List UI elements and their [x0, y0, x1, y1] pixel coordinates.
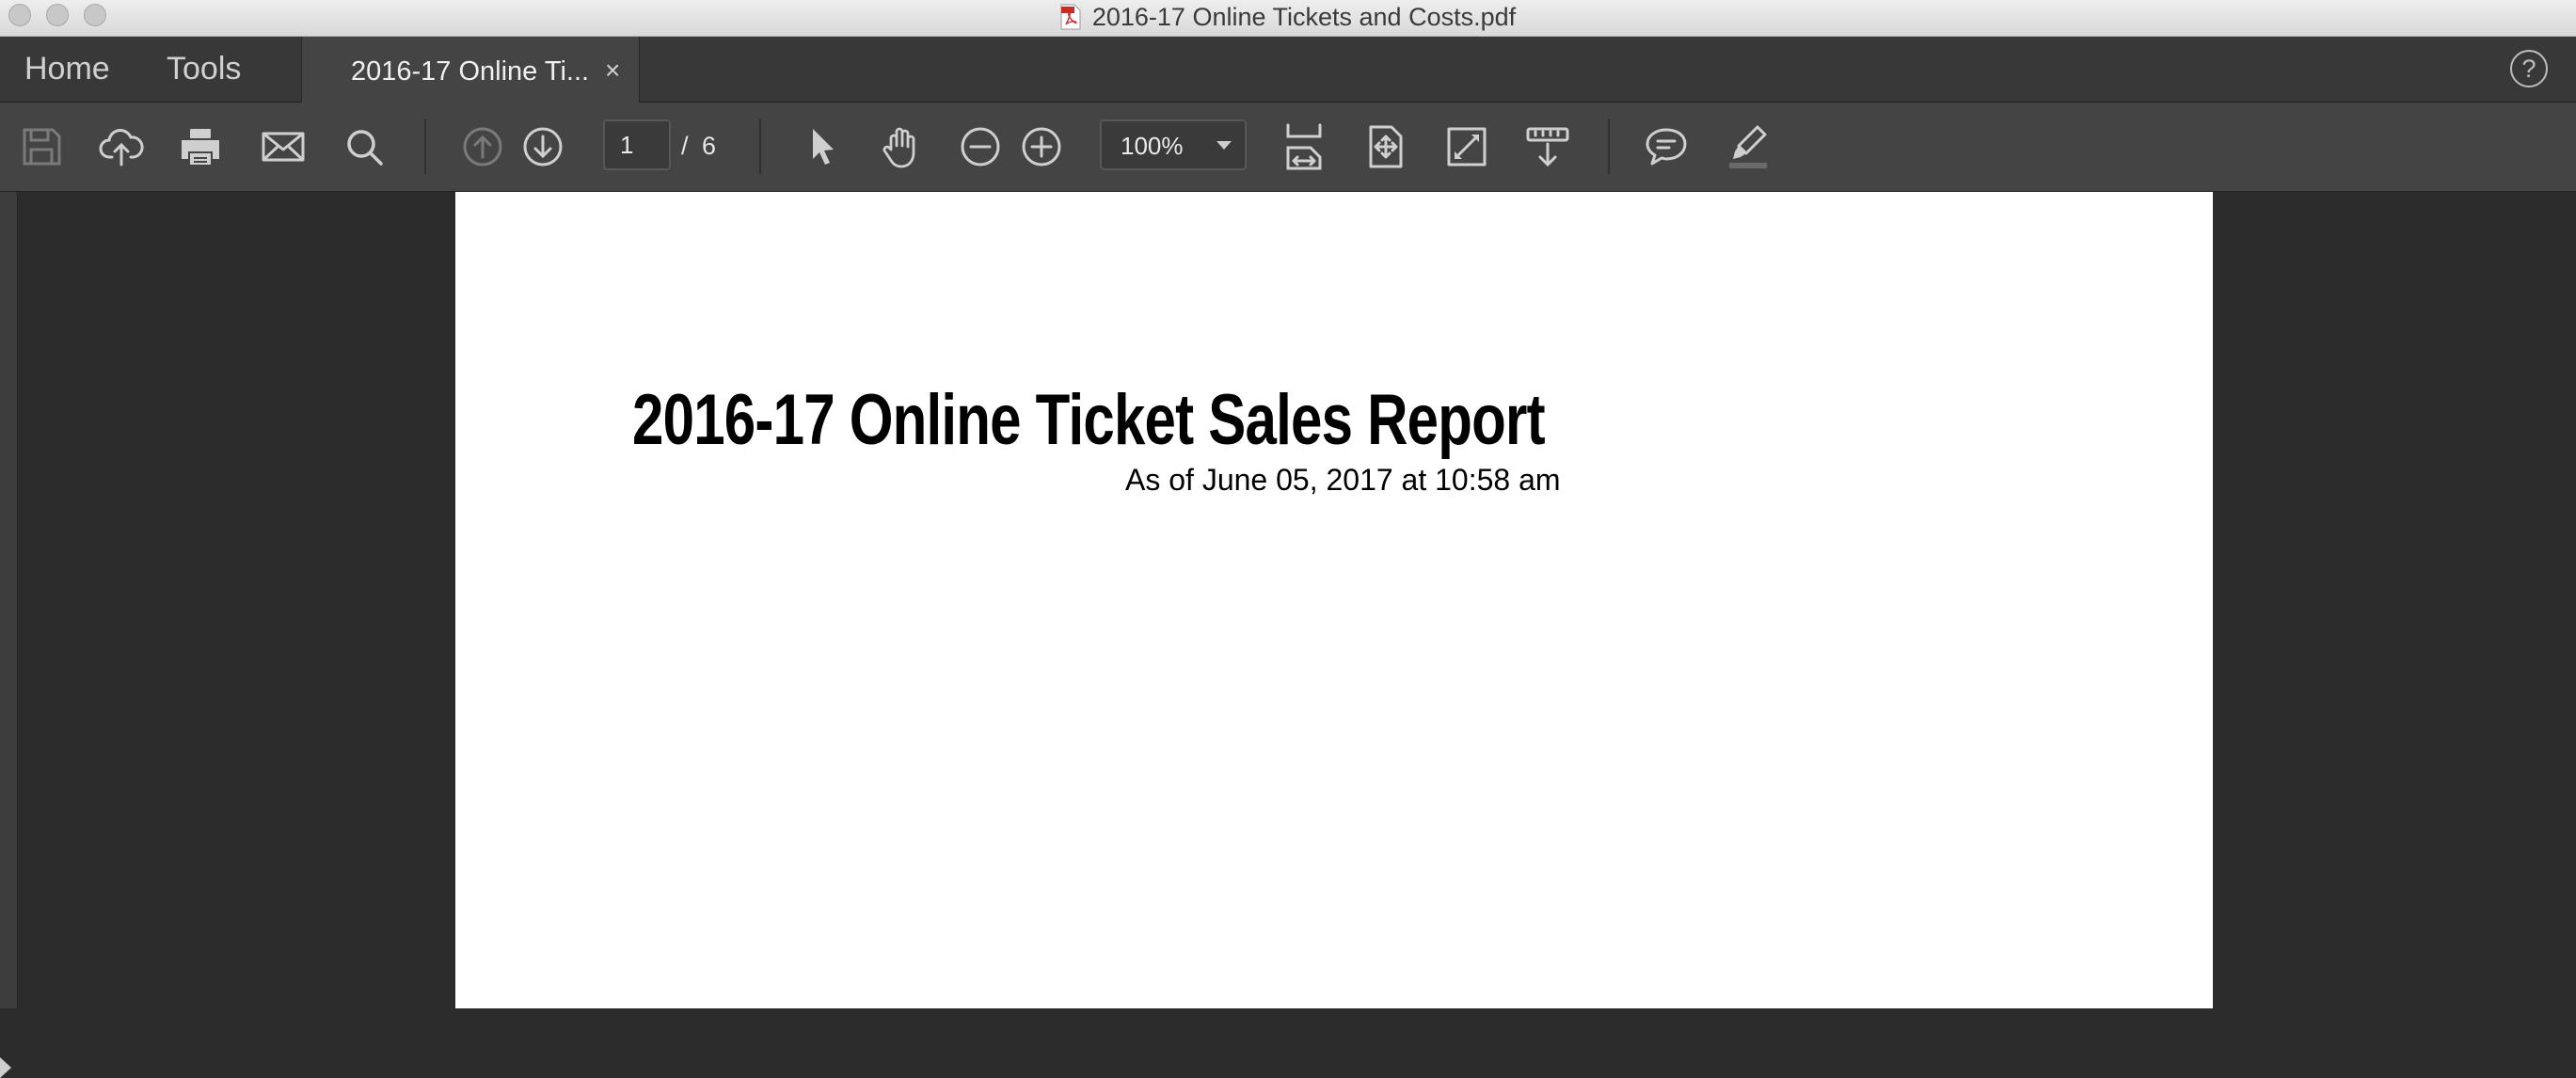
full-screen-icon[interactable]	[1443, 121, 1490, 172]
toolbar-separator	[1608, 119, 1610, 174]
document-title: 2016-17 Online Ticket Sales Report	[632, 380, 1546, 460]
page-total: 6	[702, 132, 717, 160]
navigation-pane-strip[interactable]	[0, 192, 18, 1078]
save-icon[interactable]	[18, 121, 65, 172]
comment-icon[interactable]	[1643, 121, 1690, 172]
tab-home[interactable]: Home	[24, 37, 110, 102]
scroll-mode-icon[interactable]	[1524, 121, 1571, 172]
pdf-page: 2016-17 Online Ticket Sales Report As of…	[455, 192, 2213, 1008]
email-icon[interactable]	[260, 121, 307, 172]
toolbar-separator	[424, 119, 426, 174]
window-title: 2016-17 Online Tickets and Costs.pdf	[0, 0, 2576, 34]
window-title-text: 2016-17 Online Tickets and Costs.pdf	[1091, 3, 1517, 31]
zoom-select[interactable]: 100%	[1100, 119, 1247, 170]
toolbar-separator	[759, 119, 761, 174]
page-separator: /	[681, 132, 689, 160]
tab-document-label: 2016-17 Online Ti...	[351, 56, 590, 87]
next-page-icon[interactable]	[519, 121, 566, 172]
expand-panel-icon[interactable]	[0, 1057, 11, 1078]
fit-width-icon[interactable]	[1280, 121, 1328, 172]
tab-document[interactable]: 2016-17 Online Ti... ×	[301, 37, 640, 103]
prev-page-icon[interactable]	[459, 121, 506, 172]
help-icon[interactable]: ?	[2510, 50, 2548, 87]
zoom-out-icon[interactable]	[957, 121, 1004, 172]
hand-icon[interactable]	[878, 121, 925, 172]
fit-page-icon[interactable]	[1362, 121, 1409, 172]
chevron-down-icon	[1216, 141, 1232, 150]
tab-bar: Home Tools 2016-17 Online Ti... × ?	[0, 37, 2576, 103]
pdf-file-icon	[1060, 4, 1081, 30]
search-icon[interactable]	[342, 121, 389, 172]
print-icon[interactable]	[177, 121, 224, 172]
close-icon[interactable]: ×	[605, 37, 620, 104]
zoom-in-icon[interactable]	[1018, 121, 1065, 172]
window-title-bar: 2016-17 Online Tickets and Costs.pdf	[0, 0, 2576, 37]
page-number-input[interactable]: 1	[603, 119, 671, 170]
zoom-value: 100%	[1121, 132, 1184, 160]
tab-tools[interactable]: Tools	[167, 37, 241, 102]
document-subtitle: As of June 05, 2017 at 10:58 am	[1125, 463, 1561, 497]
upload-cloud-icon[interactable]	[98, 121, 145, 172]
highlight-icon[interactable]	[1724, 121, 1771, 172]
toolbar: 1 / 6 100%	[0, 103, 2576, 192]
select-arrow-icon[interactable]	[799, 121, 846, 172]
